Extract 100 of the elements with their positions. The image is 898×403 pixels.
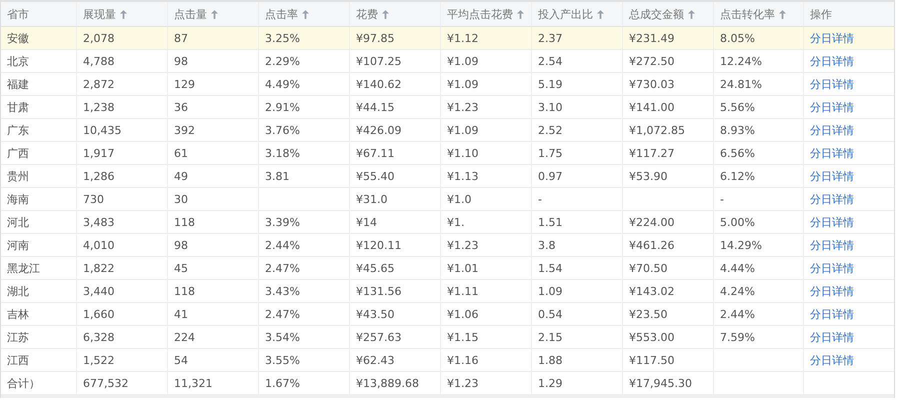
table-row[interactable]: 湖北 3,440 118 3.43% ¥131.56 ¥1.11 1.09 ¥143.02 4.24% 分日详情 <box>1 280 894 303</box>
column-header[interactable]: 平均点击花费 <box>447 6 513 22</box>
table-cell: 2.52 <box>538 124 562 136</box>
column-header[interactable]: 投入产出比 <box>538 6 593 22</box>
daily-details-link[interactable]: 分日详情 <box>810 260 854 276</box>
table-cell: 2,872 <box>83 78 114 90</box>
table-row[interactable]: 福建 2,872 129 4.49% ¥140.62 ¥1.09 5.19 ¥730.03 24.81% 分日详情 <box>1 73 894 96</box>
table-row[interactable]: 海南 730 30 ¥31.0 ¥1.0 - - 分日详情 <box>1 188 894 211</box>
column-header[interactable]: 总成交金额 <box>629 6 684 22</box>
table-cell: 福建 <box>7 76 29 92</box>
table-row[interactable]: 河南 4,010 98 2.44% ¥120.11 ¥1.23 3.8 ¥461.26 14.29% 分日详情 <box>1 234 894 257</box>
table-cell: 8.93% <box>720 124 755 136</box>
total-cell: 11,321 <box>174 376 212 390</box>
sort-arrow-icon[interactable] <box>382 10 389 18</box>
sort-arrow-icon[interactable] <box>120 10 127 18</box>
table-cell: 黑龙江 <box>7 260 40 276</box>
table-cell: ¥1.13 <box>447 170 478 182</box>
table-cell: ¥140.62 <box>356 78 402 90</box>
table-cell: 10,435 <box>83 124 122 136</box>
table-row[interactable]: 广东 10,435 392 3.76% ¥426.09 ¥1.09 2.52 ¥1,072.85 8.93% 分日详情 <box>1 119 894 142</box>
table-row[interactable]: 甘肃 1,238 36 2.91% ¥44.15 ¥1.23 3.10 ¥141.00 5.56% 分日详情 <box>1 96 894 119</box>
sort-arrow-icon[interactable] <box>779 10 786 18</box>
column-header[interactable]: 点击量 <box>174 6 207 22</box>
sort-arrow-icon[interactable] <box>302 10 309 18</box>
table-cell: 24.81% <box>720 78 762 90</box>
table-cell: 3.10 <box>538 100 562 114</box>
column-header[interactable]: 点击率 <box>265 6 298 22</box>
table-cell: 3.81 <box>265 170 290 182</box>
table-row[interactable]: 北京 4,788 98 2.29% ¥107.25 ¥1.09 2.54 ¥272.50 12.24% 分日详情 <box>1 50 894 73</box>
table-cell: ¥53.90 <box>629 170 668 182</box>
column-header[interactable]: 花费 <box>356 6 378 22</box>
table-cell: ¥131.56 <box>356 284 402 298</box>
table-cell: 4.49% <box>265 78 300 90</box>
table-cell: 7.59% <box>720 330 755 344</box>
daily-details-link[interactable]: 分日详情 <box>810 100 854 114</box>
table-cell: 224 <box>174 330 195 344</box>
table-cell: 41 <box>174 308 188 320</box>
column-header: 操作 <box>810 6 832 22</box>
total-cell: 677,532 <box>83 376 128 390</box>
daily-details-link[interactable]: 分日详情 <box>810 238 854 252</box>
table-cell: 3,483 <box>83 216 114 228</box>
daily-details-link[interactable]: 分日详情 <box>810 214 854 230</box>
table-cell: 北京 <box>7 54 29 68</box>
table-cell: 江西 <box>7 352 29 368</box>
daily-details-link[interactable]: 分日详情 <box>810 146 854 160</box>
column-header[interactable]: 展现量 <box>83 6 116 22</box>
daily-details-link[interactable]: 分日详情 <box>810 122 854 138</box>
daily-details-link[interactable]: 分日详情 <box>810 284 854 298</box>
table-cell: 2.44% <box>265 238 300 252</box>
table-cell: 98 <box>174 238 188 252</box>
table-cell: ¥117.27 <box>629 146 674 160</box>
table-row[interactable]: 吉林 1,660 41 2.47% ¥43.50 ¥1.06 0.54 ¥23.50 2.44% 分日详情 <box>1 303 894 326</box>
table-cell: 3.8 <box>538 238 556 252</box>
column-header[interactable]: 点击转化率 <box>720 6 775 22</box>
total-cell: ¥1.23 <box>447 376 478 390</box>
table-cell: 2.44% <box>720 308 755 320</box>
table-cell: 0.54 <box>538 308 562 320</box>
table-cell: 2.15 <box>538 330 562 344</box>
daily-details-link[interactable]: 分日详情 <box>810 352 854 368</box>
table-cell: ¥1.10 <box>447 146 478 160</box>
table-cell: 1.09 <box>538 284 562 298</box>
total-cell: ¥13,889.68 <box>356 376 419 390</box>
table-cell: 1,238 <box>83 100 114 114</box>
table-row[interactable]: 江西 1,522 54 3.55% ¥62.43 ¥1.16 1.88 ¥117.50 分日详情 <box>1 349 894 372</box>
table-cell: 6.12% <box>720 170 755 182</box>
table-cell: ¥67.11 <box>356 146 394 160</box>
sort-arrow-icon[interactable] <box>597 10 604 18</box>
daily-details-link[interactable]: 分日详情 <box>810 54 854 68</box>
sort-arrow-icon[interactable] <box>211 10 218 18</box>
table-cell: 1,660 <box>83 308 114 320</box>
daily-details-link[interactable]: 分日详情 <box>810 192 854 206</box>
table-cell: 2.47% <box>265 308 300 320</box>
table-cell: ¥231.49 <box>629 32 674 44</box>
table-row[interactable]: 安徽 2,078 87 3.25% ¥97.85 ¥1.12 2.37 ¥231.49 8.05% 分日详情 <box>1 27 894 50</box>
table-row[interactable]: 江苏 6,328 224 3.54% ¥257.63 ¥1.15 2.15 ¥553.00 7.59% 分日详情 <box>1 326 894 349</box>
daily-details-link[interactable]: 分日详情 <box>810 330 854 344</box>
table-cell: ¥1. <box>447 216 464 228</box>
table-row[interactable]: 黑龙江 1,822 45 2.47% ¥45.65 ¥1.01 1.54 ¥70.50 4.44% 分日详情 <box>1 257 894 280</box>
daily-details-link[interactable]: 分日详情 <box>810 306 854 322</box>
total-cell: ¥17,945.30 <box>629 376 692 390</box>
table-cell: ¥461.26 <box>629 238 674 252</box>
table-cell: 江苏 <box>7 330 29 344</box>
table-row[interactable]: 广西 1,917 61 3.18% ¥67.11 ¥1.10 1.75 ¥117.27 6.56% 分日详情 <box>1 142 894 165</box>
table-cell: 2.54 <box>538 54 562 68</box>
daily-details-link[interactable]: 分日详情 <box>810 168 854 184</box>
daily-details-link[interactable]: 分日详情 <box>810 30 854 46</box>
table-cell: 45 <box>174 262 188 274</box>
sort-arrow-icon[interactable] <box>517 10 524 18</box>
table-row[interactable]: 河北 3,483 118 3.39% ¥14 ¥1. 1.51 ¥224.00 5.00% 分日详情 <box>1 211 894 234</box>
daily-details-link[interactable]: 分日详情 <box>810 76 854 92</box>
table-cell: 118 <box>174 216 195 228</box>
table-cell: 1.51 <box>538 216 562 228</box>
table-cell: ¥272.50 <box>629 54 674 68</box>
sort-arrow-icon[interactable] <box>688 10 695 18</box>
table-cell: 2,078 <box>83 32 114 44</box>
table-cell: 118 <box>174 284 195 298</box>
table-cell: 2.29% <box>265 54 300 68</box>
table-cell: ¥1.09 <box>447 78 478 90</box>
table-row[interactable]: 贵州 1,286 49 3.81 ¥55.40 ¥1.13 0.97 ¥53.90 6.12% 分日详情 <box>1 165 894 188</box>
table-cell: ¥730.03 <box>629 78 674 90</box>
